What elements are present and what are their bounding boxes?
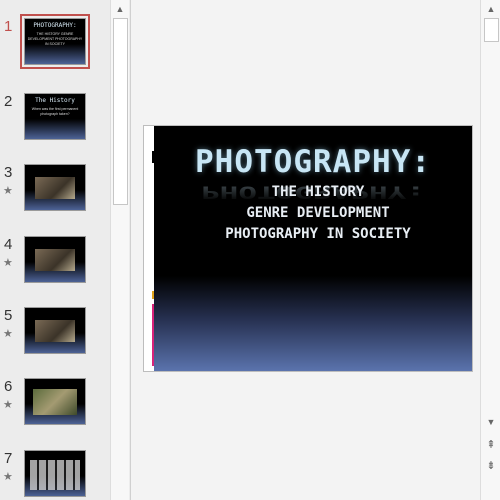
editor-scroll-thumb[interactable]	[484, 18, 499, 42]
slide-number: 7	[4, 450, 13, 467]
preview-title: PHOTOGRAPHY:	[33, 22, 77, 29]
star-icon: ★	[3, 399, 13, 411]
slide-number: 1	[4, 18, 13, 35]
star-icon: ★	[3, 185, 13, 197]
slide-preview[interactable]	[24, 236, 86, 283]
previous-slide-icon[interactable]: ⇞	[483, 436, 499, 452]
preview-image	[33, 389, 77, 415]
slide-preview[interactable]	[24, 378, 86, 425]
preview-image	[35, 320, 75, 342]
slide-number: 6	[4, 378, 13, 395]
current-slide[interactable]: PHOTOGRAPHY: PHOTOGRAPHY: THE HISTORY GE…	[143, 125, 473, 372]
slide-number: 2	[4, 93, 13, 110]
slide-thumbnail-2[interactable]: 2 The History When was the first permanent…	[0, 93, 110, 155]
preview-title: The History	[35, 97, 75, 104]
scroll-up-icon[interactable]: ▲	[112, 1, 128, 17]
slide-thumbnail-3[interactable]: 3 ★	[0, 164, 110, 226]
slide-title[interactable]: PHOTOGRAPHY:	[154, 144, 472, 180]
preview-image	[30, 460, 80, 490]
slide-number: 4	[4, 236, 13, 253]
slide-thumbnail-1[interactable]: 1 PHOTOGRAPHY: THE HISTORY GENRE DEVELOPME…	[0, 14, 110, 80]
preview-subtitle: THE HISTORY GENRE DEVELOPMENT PHOTOGRAPH…	[27, 32, 83, 46]
slide-background-gradient	[154, 276, 472, 371]
slide-preview[interactable]: PHOTOGRAPHY: THE HISTORY GENRE DEVELOPMEN…	[20, 14, 90, 69]
thumbnail-scroll-thumb[interactable]	[113, 18, 128, 205]
next-slide-icon[interactable]: ⇟	[483, 457, 499, 473]
slide-thumbnail-5[interactable]: 5 ★	[0, 307, 110, 369]
slide-subtitle-line[interactable]: THE HISTORY	[164, 184, 472, 200]
preview-gradient	[25, 118, 85, 139]
thumbnail-scrollbar[interactable]: ▲	[110, 0, 129, 500]
scroll-down-icon[interactable]: ▼	[483, 414, 499, 430]
slide-editing-area: PHOTOGRAPHY: PHOTOGRAPHY: THE HISTORY GE…	[131, 0, 480, 500]
scroll-up-icon[interactable]: ▲	[483, 1, 499, 17]
slide-thumbnail-7[interactable]: 7 ★	[0, 450, 110, 500]
editor-scrollbar[interactable]: ▲ ▼ ⇞ ⇟	[480, 0, 500, 500]
star-icon: ★	[3, 471, 13, 483]
slide-subtitle-line[interactable]: PHOTOGRAPHY IN SOCIETY	[164, 226, 472, 242]
preview-subtitle: When was the first permanent photograph …	[31, 107, 79, 116]
preview-image	[35, 177, 75, 199]
slide-preview[interactable]: The History When was the first permanent …	[24, 93, 86, 140]
preview-image	[35, 249, 75, 271]
slide-number: 5	[4, 307, 13, 324]
slide-subtitle-line[interactable]: GENRE DEVELOPMENT	[164, 205, 472, 221]
star-icon: ★	[3, 328, 13, 340]
slide-preview[interactable]	[24, 307, 86, 354]
slide-thumbnail-4[interactable]: 4 ★	[0, 236, 110, 298]
slide-preview[interactable]	[24, 164, 86, 211]
slide-preview[interactable]	[24, 450, 86, 497]
slide-thumbnail-6[interactable]: 6 ★	[0, 378, 110, 440]
star-icon: ★	[3, 257, 13, 269]
slide-number: 3	[4, 164, 13, 181]
